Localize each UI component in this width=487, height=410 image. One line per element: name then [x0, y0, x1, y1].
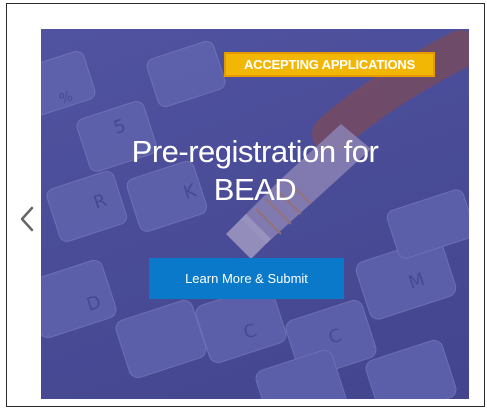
slide-background-image: R K D C C M 5 % — [41, 29, 469, 399]
carousel-frame: R K D C C M 5 % ACCEPTING APPLICATIONS P… — [6, 3, 485, 407]
chevron-left-icon — [20, 206, 34, 232]
status-badge: ACCEPTING APPLICATIONS — [224, 52, 435, 77]
carousel-prev-button[interactable] — [16, 202, 38, 236]
slide-title-line-2: BEAD — [213, 172, 297, 207]
carousel-slide: R K D C C M 5 % ACCEPTING APPLICATIONS P… — [41, 29, 469, 399]
slide-title: Pre-registration for BEAD — [61, 133, 449, 209]
slide-title-line-1: Pre-registration for — [131, 134, 379, 169]
status-badge-label: ACCEPTING APPLICATIONS — [243, 57, 416, 72]
learn-more-submit-button[interactable]: Learn More & Submit — [149, 258, 344, 299]
